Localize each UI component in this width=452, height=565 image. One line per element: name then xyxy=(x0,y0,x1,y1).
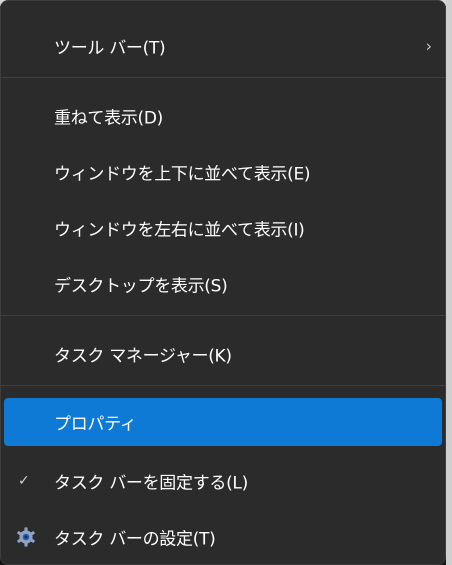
menu-item-lock-taskbar[interactable]: ✓ タスク バーを固定する(L) xyxy=(4,457,442,505)
menu-item-label: タスク マネージャー(K) xyxy=(54,346,232,367)
menu-item-taskbar-settings[interactable]: タスク バーの設定(T) xyxy=(4,513,442,561)
menu-item-label: ウィンドウを左右に並べて表示(I) xyxy=(54,220,305,241)
menu-item-label: タスク バーを固定する(L) xyxy=(54,473,248,494)
menu-item-label: タスク バーの設定(T) xyxy=(54,529,216,550)
menu-item-label: デスクトップを表示(S) xyxy=(54,276,228,297)
menu-item-label: プロパティ xyxy=(54,414,137,435)
background-window-edge xyxy=(446,0,452,565)
menu-item-cascade-windows[interactable]: 重ねて表示(D) xyxy=(4,92,442,140)
chevron-right-icon: › xyxy=(425,36,432,56)
menu-item-toolbar[interactable]: ツール バー(T) › xyxy=(4,22,442,70)
gear-icon xyxy=(17,527,35,547)
menu-item-label: 重ねて表示(D) xyxy=(54,108,163,129)
menu-item-label: ウィンドウを上下に並べて表示(E) xyxy=(54,164,311,185)
checkmark-icon: ✓ xyxy=(18,473,30,489)
menu-item-stack-windows[interactable]: ウィンドウを上下に並べて表示(E) xyxy=(4,148,442,196)
menu-item-label: ツール バー(T) xyxy=(54,38,166,59)
taskbar-context-menu: ツール バー(T) › 重ねて表示(D) ウィンドウを上下に並べて表示(E) ウ… xyxy=(0,0,446,565)
menu-separator xyxy=(1,385,445,386)
menu-separator xyxy=(1,77,445,78)
menu-item-side-by-side-windows[interactable]: ウィンドウを左右に並べて表示(I) xyxy=(4,204,442,252)
menu-item-properties[interactable]: プロパティ xyxy=(4,398,442,446)
menu-item-show-desktop[interactable]: デスクトップを表示(S) xyxy=(4,260,442,308)
menu-separator xyxy=(1,315,445,316)
menu-item-task-manager[interactable]: タスク マネージャー(K) xyxy=(4,330,442,378)
